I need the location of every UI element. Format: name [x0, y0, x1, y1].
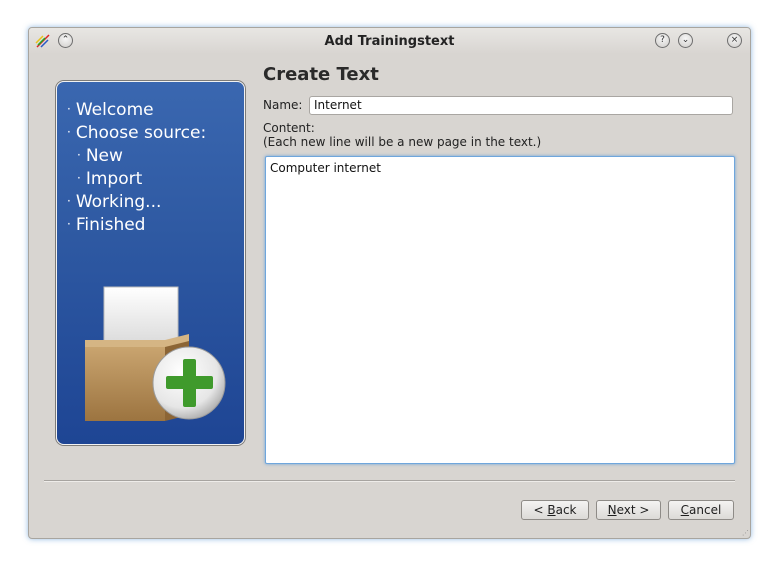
resize-grip-icon[interactable]: ⋰ [742, 529, 749, 537]
minimize-icon[interactable]: ⌄ [678, 33, 693, 48]
wizard-steps: · Welcome · Choose source: · New · Import · W… [67, 98, 206, 236]
close-icon[interactable]: × [727, 33, 742, 48]
wizard-sidebar: · Welcome · Choose source: · New · Import · W… [56, 81, 245, 445]
name-field[interactable]: Internet [309, 96, 733, 115]
content-textarea[interactable]: Computer internet [265, 156, 735, 464]
content-label: Content: [263, 121, 315, 135]
window-title: Add Trainingstext [324, 34, 455, 49]
box-add-icon [85, 286, 226, 421]
help-icon[interactable]: ? [655, 33, 670, 48]
page-title: Create Text [263, 64, 379, 85]
content-hint: (Each new line will be a new page in the… [263, 135, 542, 149]
back-button[interactable]: < Back [521, 500, 589, 520]
separator [44, 480, 735, 482]
step-new: · New [77, 146, 123, 166]
step-working: · Working... [67, 192, 162, 212]
step-finished: · Finished [67, 215, 146, 235]
next-button[interactable]: Next > [596, 500, 661, 520]
wizard-window: ⌃ Add Trainingstext ? ⌄ × · Welcome · Choo… [28, 27, 751, 539]
step-choose-source: · Choose source: [67, 123, 207, 143]
step-welcome: · Welcome [67, 100, 154, 120]
name-label: Name: [263, 98, 303, 112]
title-bar[interactable]: ⌃ Add Trainingstext ? ⌄ × [29, 28, 750, 54]
step-import: · Import [77, 169, 143, 189]
cancel-button[interactable]: Cancel [668, 500, 734, 520]
